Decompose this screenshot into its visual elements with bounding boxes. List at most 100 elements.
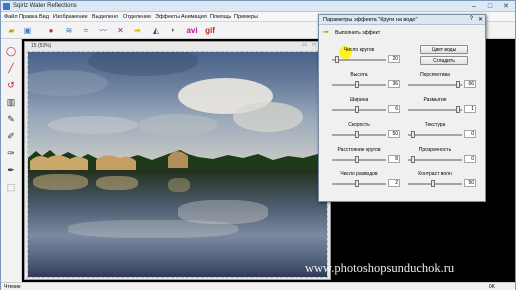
pen-tool-icon[interactable]: ✐ [4, 129, 18, 143]
slider-thumb[interactable] [410, 131, 415, 138]
slider-thumb[interactable] [410, 156, 415, 163]
slider-thumb[interactable] [455, 106, 460, 113]
water-color-button[interactable]: Цвет воды [420, 45, 468, 54]
slider-track[interactable] [332, 159, 386, 161]
param-ripple-spacing: Расстояние кругов 8 [331, 147, 400, 167]
dialog-title: Параметры эффекта "Круги на воде" [323, 17, 418, 23]
dropper-tool-icon[interactable]: ✒ [4, 163, 18, 177]
close-button[interactable]: ✕ [499, 2, 513, 11]
menu-edit[interactable]: Правка [19, 14, 38, 20]
menu-animation[interactable]: Анимация [181, 14, 207, 20]
title-bar[interactable]: Sqirlz Water Reflections – □ ✕ [1, 1, 515, 12]
lake-photo[interactable] [27, 51, 328, 278]
param-texture: Текстура 0 [407, 122, 476, 142]
dialog-help-button[interactable]: ? [470, 16, 473, 22]
eraser-tool-icon[interactable]: ✑ [4, 146, 18, 160]
value-field[interactable]: 0 [464, 155, 476, 163]
document-title: 15 (53%) [31, 43, 52, 49]
slider-thumb[interactable] [354, 106, 359, 113]
value-field[interactable]: 1 [464, 105, 476, 113]
param-ripple-count: Число кругов 20 [331, 47, 400, 67]
arrow-right-icon: ➡ [323, 29, 329, 36]
param-height: Высота 36 [331, 72, 400, 92]
menu-view[interactable]: Вид [39, 14, 49, 20]
param-wave-contrast: Контраст волн 50 [407, 171, 476, 191]
select-tool-icon[interactable]: ⬚ [4, 180, 18, 194]
dialog-close-button[interactable]: ✕ [478, 16, 483, 23]
arrow-right-icon[interactable]: ➡ [131, 24, 144, 37]
slider-track[interactable] [408, 84, 462, 86]
maximize-button[interactable]: □ [483, 2, 497, 11]
slider-thumb[interactable] [430, 180, 435, 187]
menu-examples[interactable]: Примеры [234, 14, 258, 20]
slider-thumb[interactable] [354, 131, 359, 138]
menu-selection[interactable]: Выделено [92, 14, 118, 20]
smooth-button[interactable]: Сгладить [420, 56, 468, 65]
value-field[interactable]: 50 [388, 130, 400, 138]
sky [28, 52, 327, 162]
value-field[interactable]: 20 [388, 55, 400, 63]
menu-file[interactable]: Файл [4, 14, 18, 20]
avi-button[interactable]: avi [184, 24, 200, 37]
slider-track[interactable] [332, 59, 386, 61]
app-title: Sqirlz Water Reflections [13, 3, 77, 9]
run-effect-label: Выполнить эффект [335, 30, 381, 36]
status-zoom: 0K [488, 284, 495, 290]
value-field[interactable]: 66 [464, 80, 476, 88]
menu-separation[interactable]: Отделение [123, 14, 151, 20]
sail-icon[interactable]: ◭ [149, 24, 163, 37]
effect-parameters-dialog: Параметры эффекта "Круги на воде" ? ✕ ➡ … [318, 14, 486, 202]
param-width: Ширина 6 [331, 97, 400, 117]
save-icon[interactable]: ▣ [21, 24, 34, 37]
gradient-tool-icon[interactable]: ▥ [4, 95, 18, 109]
slider-thumb[interactable] [354, 81, 359, 88]
status-bar: Чтение 0K [1, 282, 515, 290]
lasso-tool-icon[interactable]: ↺ [4, 78, 18, 92]
slider-track[interactable] [408, 109, 462, 111]
param-blur: Размытие 1 [407, 97, 476, 117]
app-icon [3, 3, 10, 10]
value-field[interactable]: 36 [388, 80, 400, 88]
value-field[interactable]: 6 [388, 105, 400, 113]
slider-track[interactable] [408, 183, 462, 185]
slider-track[interactable] [332, 109, 386, 111]
watermark: www.photoshopsunduchok.ru [305, 261, 455, 275]
brush-tool-icon[interactable]: ✎ [4, 112, 18, 126]
minimize-button[interactable]: – [467, 2, 481, 11]
gif-button[interactable]: gif [202, 24, 218, 37]
param-perspective: Перспектива 66 [407, 72, 476, 92]
open-folder-icon[interactable]: ▰ [5, 24, 18, 37]
flag-icon[interactable]: ◐ [167, 24, 180, 37]
slider-track[interactable] [408, 159, 462, 161]
water-reflection [28, 170, 327, 277]
menu-effects[interactable]: Эффекты [155, 14, 180, 20]
menu-help[interactable]: Помощь [210, 14, 231, 20]
slider-track[interactable] [408, 134, 462, 136]
slider-thumb[interactable] [455, 81, 460, 88]
colors-icon[interactable]: ● [44, 24, 58, 37]
ripple-icon[interactable]: ✕ [114, 24, 127, 37]
waves-icon-1[interactable]: ≋ [62, 24, 76, 37]
value-field[interactable]: 50 [464, 179, 476, 187]
param-transparency: Прозрачность 0 [407, 147, 476, 167]
line-tool-icon[interactable]: ╱ [4, 61, 18, 75]
slider-track[interactable] [332, 134, 386, 136]
shoreline-trees [28, 150, 327, 172]
value-field[interactable]: 8 [388, 155, 400, 163]
value-field[interactable]: 2 [388, 179, 400, 187]
run-effect-button[interactable]: ➡ Выполнить эффект [322, 28, 482, 37]
menu-image[interactable]: Изображение [53, 14, 88, 20]
slider-track[interactable] [332, 84, 386, 86]
slider-thumb[interactable] [334, 56, 339, 63]
slider-thumb[interactable] [354, 180, 359, 187]
slider-track[interactable] [332, 183, 386, 185]
status-text: Чтение [4, 284, 21, 290]
param-speed: Скорость 50 [331, 122, 400, 142]
slider-thumb[interactable] [354, 156, 359, 163]
left-toolbox: ◯ ╱ ↺ ▥ ✎ ✐ ✑ ✒ ⬚ [1, 39, 22, 281]
waves-icon-2[interactable]: ≈ [79, 24, 93, 37]
value-field[interactable]: 0 [464, 130, 476, 138]
waves-icon-3[interactable]: 〰 [96, 24, 110, 37]
ellipse-tool-icon[interactable]: ◯ [4, 44, 18, 58]
dialog-title-bar[interactable]: Параметры эффекта "Круги на воде" ? ✕ [319, 15, 485, 25]
